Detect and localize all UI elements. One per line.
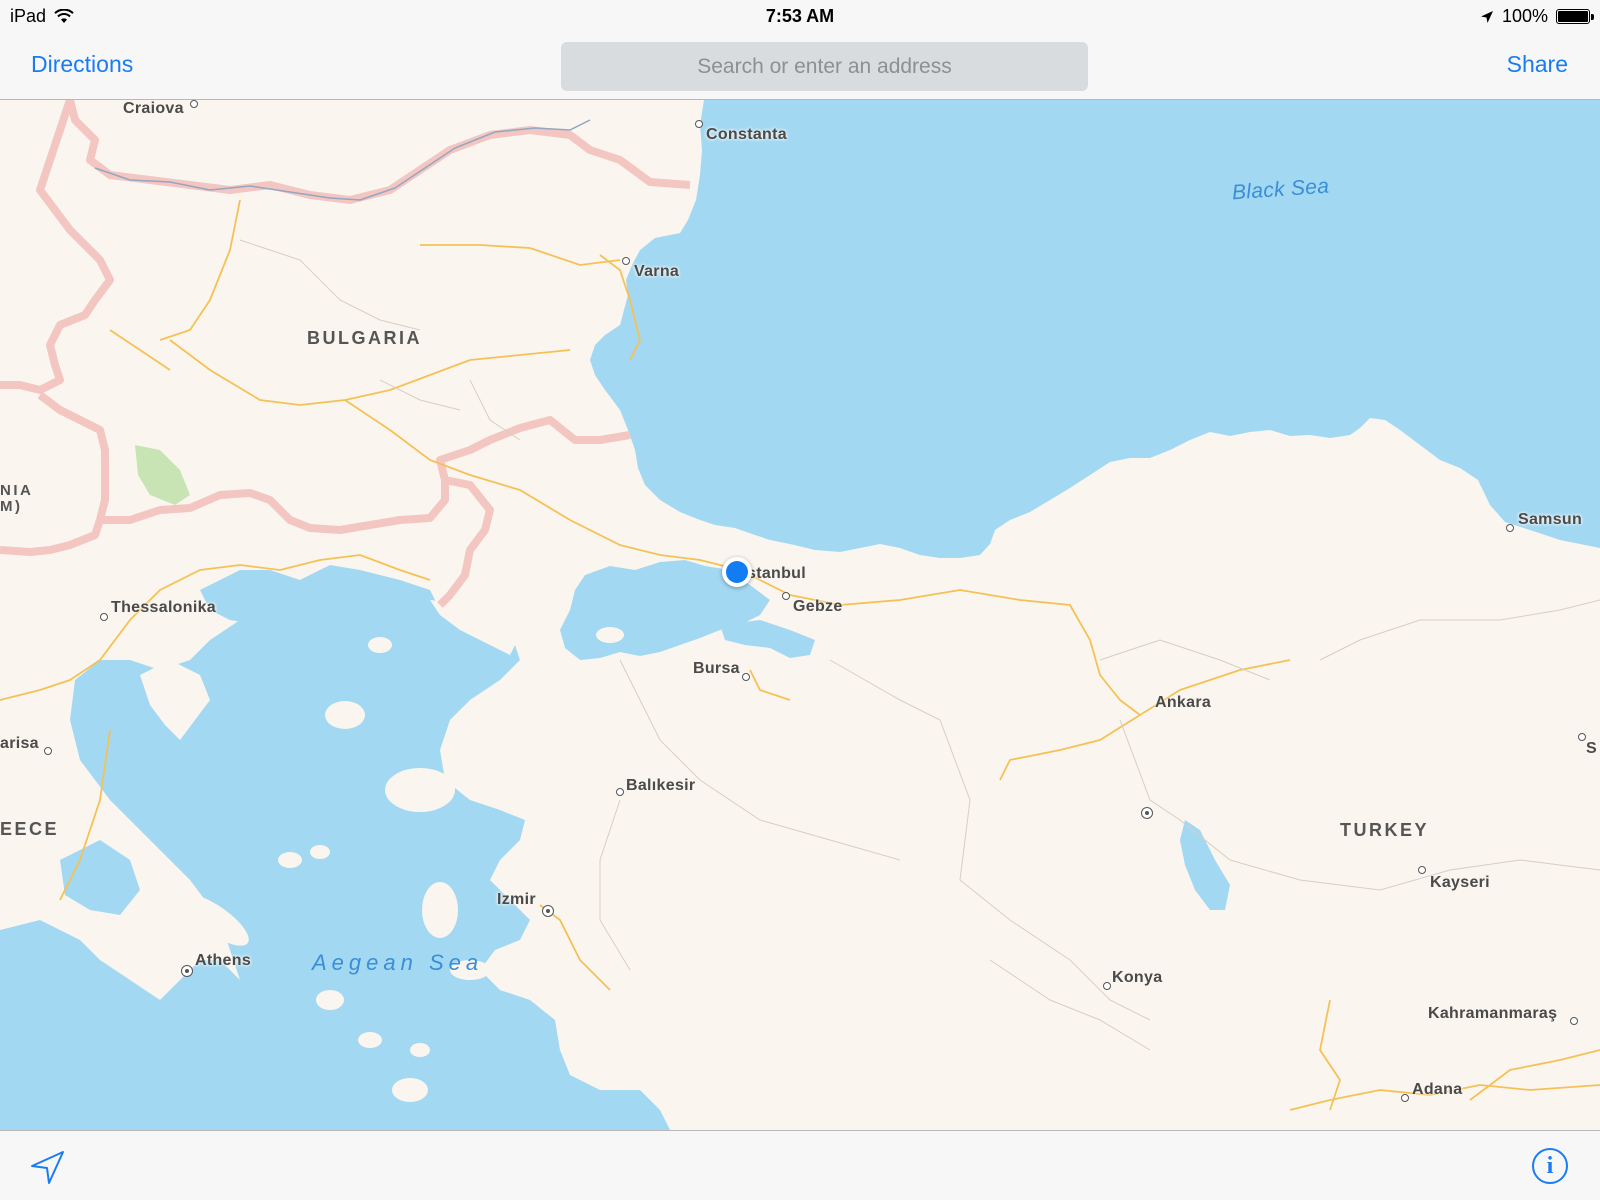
city-label-partial-east: S — [1586, 740, 1597, 757]
black-sea-water — [590, 100, 1600, 558]
city-marker-kayseri — [1418, 866, 1426, 874]
park-rila — [135, 445, 190, 505]
city-label-izmir: Izmir — [497, 891, 536, 908]
island-lesbos — [385, 768, 455, 812]
island-naxos — [392, 1078, 428, 1102]
status-time: 7:53 AM — [765, 6, 835, 26]
city-marker-samsun — [1506, 524, 1514, 532]
island-tinos — [358, 1032, 382, 1048]
city-label-thessalonika: Thessalonika — [111, 599, 216, 616]
island-skopelos — [310, 845, 330, 859]
map-view[interactable]: BULGARIA TURKEY NIA M) EECE Black Sea Ae… — [0, 100, 1600, 1130]
island-thasos — [271, 600, 299, 620]
battery-icon — [1556, 9, 1594, 24]
city-marker-varna — [622, 257, 630, 265]
city-label-athens: Athens — [195, 952, 252, 969]
city-label-samsun: Samsun — [1518, 511, 1583, 528]
city-marker-thessalonika — [100, 613, 108, 621]
nav-bar: Directions Share — [0, 34, 1600, 100]
city-label-adana: Adana — [1412, 1081, 1463, 1098]
city-label-kayseri: Kayseri — [1430, 874, 1490, 891]
battery-fill — [1558, 11, 1588, 22]
city-marker-adana — [1401, 1094, 1409, 1102]
city-label-konya: Konya — [1112, 969, 1163, 986]
island-lemnos — [325, 701, 365, 729]
info-icon[interactable]: i — [1532, 1148, 1568, 1184]
city-marker-konya — [1103, 982, 1111, 990]
city-label-istanbul: stanbul — [747, 565, 806, 582]
city-label-gebze: Gebze — [793, 598, 843, 615]
city-marker-balikesir — [616, 788, 624, 796]
city-marker-kahramanmaras — [1570, 1017, 1578, 1025]
city-label-bursa: Bursa — [693, 660, 740, 677]
status-right: 100% — [1480, 6, 1594, 27]
city-marker-craiova — [190, 100, 198, 108]
status-bar: iPad 7:53 AM 100% — [0, 0, 1600, 34]
island-marmara — [596, 627, 624, 643]
island-imbros — [368, 637, 392, 653]
country-label-macedonia-partial: NIA — [0, 482, 34, 499]
city-marker-athens — [181, 965, 193, 977]
user-location-marker[interactable] — [722, 557, 752, 587]
city-label-craiova: Craiova — [123, 100, 184, 117]
island-chios — [422, 882, 458, 938]
country-label-macedonia-partial-2: M) — [0, 498, 23, 515]
share-button[interactable]: Share — [1507, 51, 1568, 78]
island-mykonos — [410, 1043, 430, 1057]
city-marker-ankara — [1141, 807, 1153, 819]
city-marker-larisa — [44, 747, 52, 755]
bottom-toolbar: i — [0, 1130, 1600, 1200]
country-label-bulgaria: BULGARIA — [307, 328, 422, 348]
lake-tuz — [1180, 820, 1230, 910]
border-bulgaria-greece — [0, 391, 109, 556]
city-label-varna: Varna — [634, 263, 680, 280]
sea-label-aegean-sea: Aegean Sea — [312, 950, 484, 975]
location-arrow-icon[interactable] — [28, 1147, 68, 1187]
city-marker-bursa — [742, 673, 750, 681]
country-label-greece-partial: EECE — [0, 819, 60, 839]
island-skiathos — [278, 852, 302, 868]
city-marker-partial-east — [1578, 733, 1586, 741]
city-label-larisa: arisa — [0, 735, 39, 752]
city-label-ankara: Ankara — [1155, 694, 1212, 711]
city-label-constanta: Constanta — [706, 126, 787, 143]
battery-percent: 100% — [1501, 6, 1548, 26]
directions-button[interactable]: Directions — [31, 51, 133, 78]
city-label-kahramanmaras: Kahramanmaraş — [1428, 1005, 1558, 1022]
city-marker-izmir — [542, 905, 554, 917]
city-marker-gebze — [782, 592, 790, 600]
city-marker-constanta — [695, 120, 703, 128]
marmara-bay — [720, 620, 815, 658]
country-label-turkey: TURKEY — [1340, 820, 1430, 840]
island-andros — [316, 990, 344, 1010]
location-services-icon — [1480, 10, 1493, 23]
search-input[interactable] — [561, 42, 1088, 91]
city-label-balikesir: Balıkesir — [626, 777, 696, 794]
